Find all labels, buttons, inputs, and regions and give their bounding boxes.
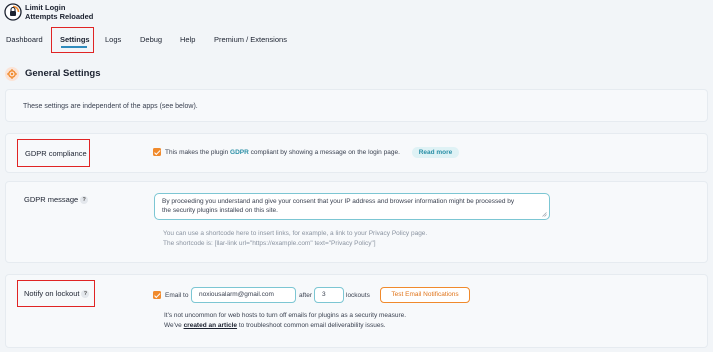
gdpr-text-before: This makes the plugin bbox=[165, 149, 229, 156]
lockouts-count-input[interactable]: 3 bbox=[314, 287, 344, 303]
email-to-label: Email to bbox=[165, 292, 189, 299]
notify-note-2: We've created an article to troubleshoot… bbox=[164, 322, 386, 329]
highlight-box-notify bbox=[17, 280, 95, 307]
gdpr-message-line-2: the security plugins installed on this s… bbox=[162, 207, 278, 214]
notify-email-checkbox[interactable] bbox=[153, 291, 161, 299]
brand-name: Limit Login Attempts Reloaded bbox=[25, 3, 94, 21]
highlight-box-gdpr bbox=[17, 139, 90, 167]
gdpr-message-hint-2: The shortcode is: [llar-link url="https:… bbox=[163, 240, 376, 247]
resize-handle-icon[interactable] bbox=[542, 212, 547, 217]
gdpr-message-hint-1: You can use a shortcode here to insert l… bbox=[163, 230, 428, 237]
read-more-button[interactable]: Read more bbox=[412, 147, 459, 158]
email-input[interactable]: noxiousalarm@gmail.com bbox=[191, 287, 296, 303]
after-label: after bbox=[299, 292, 313, 299]
notify-note-1: It's not uncommon for web hosts to turn … bbox=[164, 312, 407, 319]
help-icon[interactable]: ? bbox=[80, 196, 89, 205]
top-bar bbox=[0, 0, 713, 56]
gdpr-description: This makes the plugin GDPR compliant by … bbox=[165, 149, 400, 156]
notify-note-suffix: to troubleshoot common email deliverabil… bbox=[238, 322, 386, 329]
gdpr-message-textarea[interactable]: By proceeding you understand and give yo… bbox=[154, 193, 550, 220]
brand-line-2: Attempts Reloaded bbox=[25, 11, 94, 21]
notify-card bbox=[5, 274, 708, 348]
test-email-notifications-button[interactable]: Test Email Notifications bbox=[380, 287, 470, 303]
tab-logs[interactable]: Logs bbox=[105, 35, 121, 44]
created-article-link[interactable]: created an article bbox=[184, 322, 237, 329]
tab-dashboard[interactable]: Dashboard bbox=[6, 35, 43, 44]
highlight-box-settings bbox=[51, 27, 94, 53]
intro-text: These settings are independent of the ap… bbox=[23, 103, 198, 110]
gdpr-checkbox[interactable] bbox=[153, 148, 161, 156]
gdpr-text-after: compliant by showing a message on the lo… bbox=[250, 149, 400, 156]
tab-premium-extensions[interactable]: Premium / Extensions bbox=[214, 35, 287, 44]
notify-note-prefix: We've bbox=[164, 322, 182, 329]
gdpr-message-label-text: GDPR message bbox=[24, 195, 79, 204]
gear-icon bbox=[7, 69, 17, 79]
lock-logo-icon bbox=[4, 3, 22, 21]
settings-gear-badge bbox=[5, 67, 19, 81]
tab-debug[interactable]: Debug bbox=[140, 35, 162, 44]
gdpr-link[interactable]: GDPR bbox=[230, 149, 249, 156]
gdpr-message-line-1: By proceeding you understand and give yo… bbox=[162, 198, 515, 205]
tab-help[interactable]: Help bbox=[180, 35, 195, 44]
section-title: General Settings bbox=[25, 68, 101, 79]
lockouts-label: lockouts bbox=[346, 292, 370, 299]
gdpr-message-label: GDPR message? bbox=[24, 195, 89, 205]
